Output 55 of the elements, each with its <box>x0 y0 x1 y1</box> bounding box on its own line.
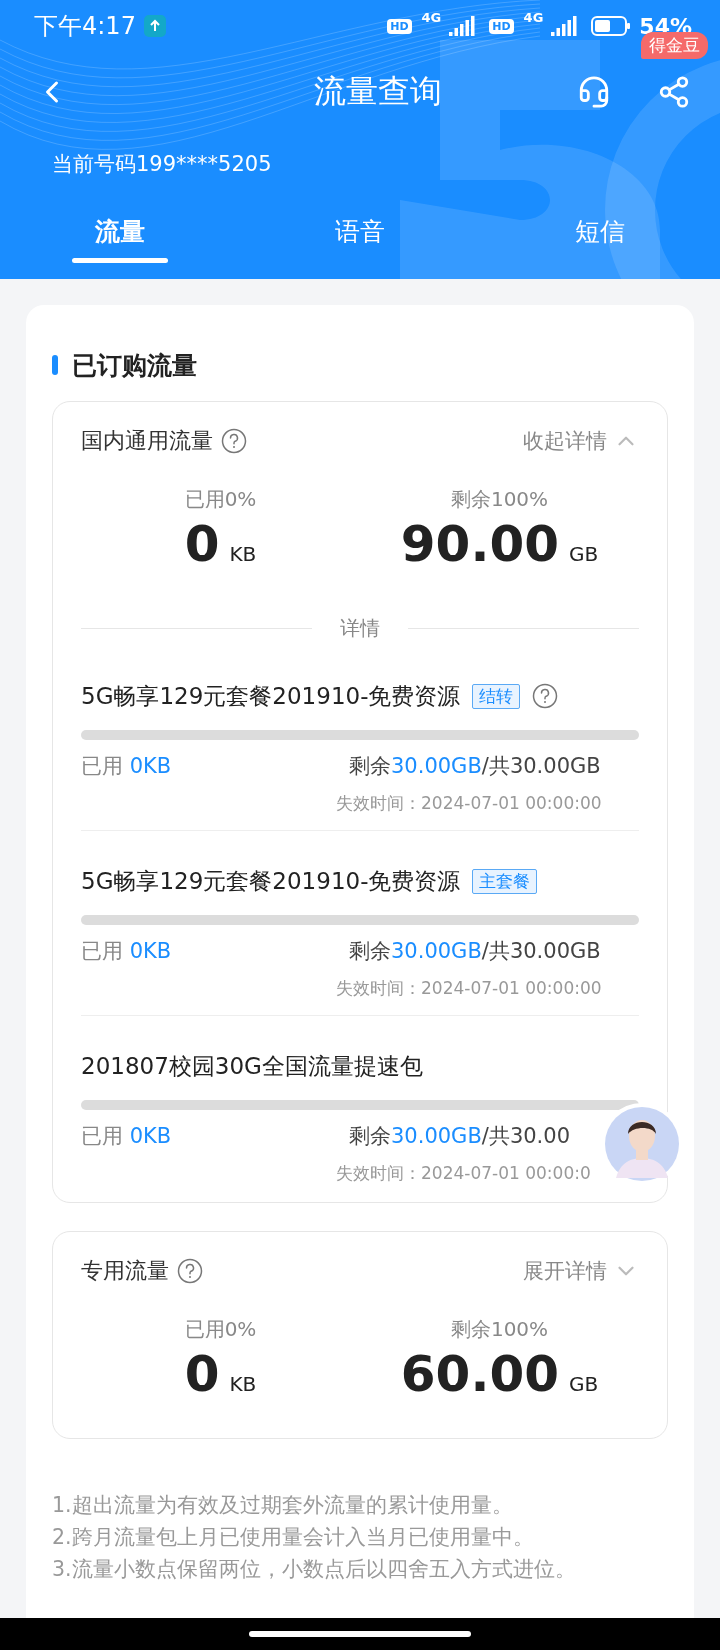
note-text: 1.超出流量为有效及过期套外流量的累计使用量。 <box>52 1492 514 1519</box>
help-icon[interactable] <box>177 1258 203 1284</box>
expiry-time: 失效时间：2024-07-01 00:00:0 <box>336 1162 591 1185</box>
section-title: 已订购流量 <box>72 349 197 382</box>
used-text: 已用 0KB <box>81 753 172 780</box>
remaining-text: 剩余30.00GB/共30.00 <box>349 1123 570 1150</box>
used-percent: 已用0% <box>184 1316 257 1343</box>
expiry-time: 失效时间：2024-07-01 00:00:00 <box>336 977 602 1000</box>
details-toggle[interactable]: 收起详情 <box>523 427 639 455</box>
package-name: 5G畅享129元套餐201910-免费资源 <box>81 866 461 896</box>
hd-label: HD <box>387 18 412 34</box>
network-type: 4G <box>421 10 442 25</box>
tab[interactable]: 流量 <box>0 196 240 279</box>
phone-number: 当前号码199****5205 <box>52 151 272 178</box>
section-marker <box>52 355 58 375</box>
used-text: 已用 0KB <box>81 1123 172 1150</box>
remaining-unit: GB <box>568 542 599 566</box>
hd-label: HD <box>489 18 514 34</box>
headset-icon <box>577 75 611 109</box>
used-amount: 0 <box>184 1344 220 1404</box>
signal-icon <box>449 16 476 36</box>
used-unit: KB <box>229 1372 257 1396</box>
battery-icon <box>591 15 632 37</box>
used-unit: KB <box>229 542 257 566</box>
status-time: 下午4:17 <box>34 11 136 42</box>
remaining-amount: 60.00 <box>400 1344 559 1404</box>
card-title: 国内通用流量 <box>81 427 213 455</box>
page-title: 流量查询 <box>313 71 443 112</box>
remaining-text: 剩余30.00GB/共30.00GB <box>349 938 601 965</box>
details-label: 详情 <box>340 614 380 642</box>
package-tag: 结转 <box>472 683 521 709</box>
used-text: 已用 0KB <box>81 938 172 965</box>
used-percent: 已用0% <box>184 486 257 513</box>
help-icon[interactable] <box>221 428 247 454</box>
used-amount: 0 <box>184 514 220 574</box>
tab[interactable]: 语音 <box>240 196 480 279</box>
expiry-time: 失效时间：2024-07-01 00:00:00 <box>336 792 602 815</box>
upload-icon <box>143 15 166 37</box>
share-icon <box>657 75 691 109</box>
remaining-amount: 90.00 <box>400 514 559 574</box>
signal-icon <box>551 16 578 36</box>
tab[interactable]: 短信 <box>480 196 720 279</box>
note-text: 3.流量小数点保留两位，小数点后以四舍五入方式进位。 <box>52 1556 577 1583</box>
help-icon[interactable] <box>532 683 559 709</box>
note-text: 2.跨月流量包上月已使用量会计入当月已使用量中。 <box>52 1524 535 1551</box>
package-name: 5G畅享129元套餐201910-免费资源 <box>81 681 461 711</box>
card-title: 专用流量 <box>81 1257 169 1285</box>
remaining-text: 剩余30.00GB/共30.00GB <box>349 753 601 780</box>
remaining-unit: GB <box>568 1372 599 1396</box>
network-type: 4G <box>523 10 544 25</box>
details-toggle[interactable]: 展开详情 <box>523 1257 639 1285</box>
package-name: 201807校园30G全国流量提速包 <box>81 1051 423 1081</box>
remaining-percent: 剩余100% <box>450 1316 549 1343</box>
package-tag: 主套餐 <box>472 868 538 894</box>
remaining-percent: 剩余100% <box>450 486 549 513</box>
